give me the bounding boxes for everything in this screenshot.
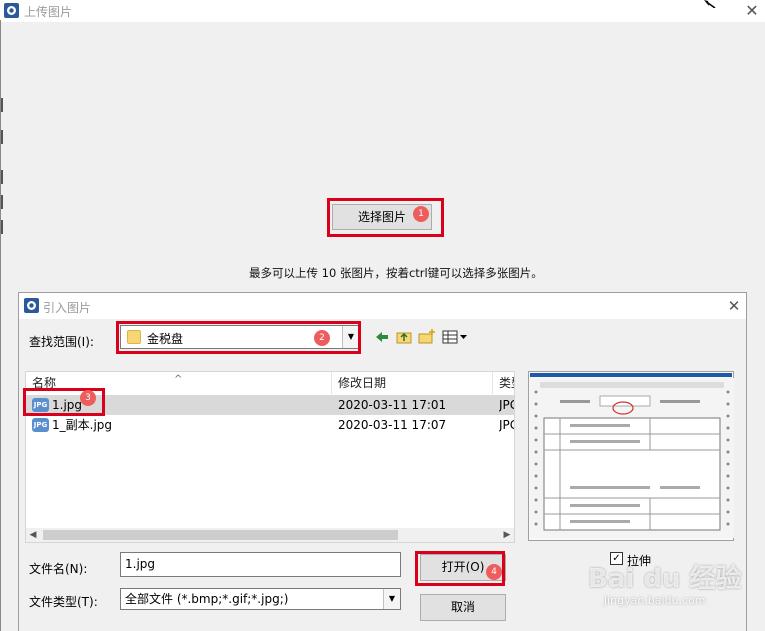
- file-name: 1.jpg: [52, 398, 83, 412]
- column-header-date[interactable]: 修改日期: [332, 372, 493, 394]
- dialog-titlebar: 引入图片 ✕: [19, 293, 746, 319]
- left-border-strip: [0, 20, 3, 631]
- watermark-url: jingyan.baidu.com: [604, 594, 706, 607]
- window-close-button[interactable]: ✕: [740, 0, 764, 22]
- horizontal-scrollbar[interactable]: ◀ ▶: [26, 528, 514, 542]
- sort-caret-icon: ^: [174, 374, 183, 385]
- file-row[interactable]: JPG 1_副本.jpg 2020-03-11 17:07 JPG: [26, 415, 514, 435]
- chevron-down-icon[interactable]: ▼: [383, 589, 400, 609]
- app-logo-icon: [4, 3, 19, 18]
- watermark-logo: Bai du 经验: [588, 564, 742, 594]
- scroll-left-icon[interactable]: ◀: [26, 528, 40, 542]
- cancel-button[interactable]: 取消: [420, 594, 506, 621]
- file-list[interactable]: 名称 ^ 修改日期 类型 JPG 1.jpg 2020-03-11 17:01 …: [25, 371, 515, 543]
- step-badge-2: 2: [314, 330, 330, 346]
- scroll-right-icon[interactable]: ▶: [500, 528, 514, 542]
- invoice-preview-image: [530, 378, 734, 538]
- look-in-label: 查找范围(I):: [29, 335, 94, 349]
- filename-label: 文件名(N):: [29, 562, 88, 576]
- window-title: 上传图片: [24, 5, 73, 19]
- mouse-cursor-icon: [704, 0, 716, 8]
- filename-input[interactable]: 1.jpg: [120, 552, 401, 577]
- window-titlebar: 上传图片 ✕: [0, 0, 765, 22]
- column-header-type[interactable]: 类型: [493, 372, 514, 394]
- new-folder-icon[interactable]: [415, 326, 437, 348]
- upload-hint-text: 最多可以上传 10 张图片，按着ctrl键可以选择多张图片。: [249, 266, 543, 280]
- jpg-file-icon: JPG: [32, 418, 49, 432]
- file-row[interactable]: JPG 1.jpg 2020-03-11 17:01 JPG: [26, 395, 514, 415]
- file-date: 2020-03-11 17:01: [338, 398, 447, 412]
- file-type: JPG: [499, 418, 514, 432]
- chevron-down-icon[interactable]: ▼: [342, 326, 359, 348]
- view-menu-icon[interactable]: [439, 326, 471, 348]
- image-preview: [528, 371, 734, 541]
- column-name-label: 名称: [32, 376, 57, 390]
- scrollbar-thumb[interactable]: [43, 530, 398, 540]
- look-in-value: 金税盘: [147, 332, 184, 346]
- filetype-value: 全部文件 (*.bmp;*.gif;*.jpg;): [125, 592, 289, 606]
- filetype-label: 文件类型(T):: [29, 595, 98, 609]
- file-name: 1_副本.jpg: [52, 418, 113, 432]
- step-badge-4: 4: [486, 564, 502, 580]
- jpg-file-icon: JPG: [32, 398, 49, 412]
- step-badge-3: 3: [80, 390, 96, 406]
- file-date: 2020-03-11 17:07: [338, 418, 447, 432]
- dialog-logo-icon: [24, 298, 39, 313]
- back-arrow-icon[interactable]: [371, 326, 393, 348]
- dialog-close-button[interactable]: ✕: [722, 293, 746, 319]
- column-header-name[interactable]: 名称 ^: [26, 372, 332, 394]
- step-badge-1: 1: [413, 206, 429, 222]
- folder-icon: [127, 330, 141, 344]
- file-type: JPG: [499, 398, 514, 412]
- filetype-dropdown[interactable]: 全部文件 (*.bmp;*.gif;*.jpg;) ▼: [120, 588, 401, 610]
- up-folder-icon[interactable]: [393, 326, 415, 348]
- dialog-title: 引入图片: [43, 301, 92, 315]
